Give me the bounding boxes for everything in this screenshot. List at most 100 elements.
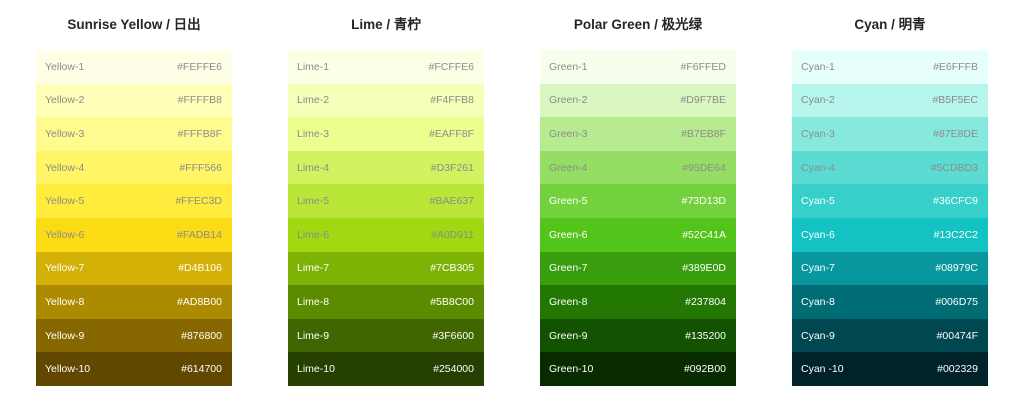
color-swatch[interactable]: Green-4 #95DE64 [540,150,736,185]
color-swatch[interactable]: Lime-2 #F4FFB8 [288,83,484,118]
swatch-hex: #BAE637 [429,195,474,208]
swatch-hex: #006D75 [935,295,978,308]
swatch-hex: #B5F5EC [932,94,978,107]
swatch-name: Cyan-8 [801,295,835,308]
swatch-name: Green-10 [549,363,594,376]
color-swatch[interactable]: Yellow-8 #AD8B00 [36,285,232,319]
swatch-hex: #13C2C2 [933,228,978,241]
color-swatch[interactable]: Yellow-9 #876800 [36,318,232,353]
swatch-hex: #D3F261 [430,161,474,174]
color-swatch[interactable]: Lime-6 #A0D911 [288,217,484,252]
swatch-hex: #5B8C00 [430,295,474,308]
swatch-name: Green-9 [549,329,588,342]
swatch-hex: #614700 [181,363,222,376]
swatch-hex: #A0D911 [430,228,474,241]
swatch-name: Yellow-1 [45,60,85,73]
palette-title: Polar Green / 极光绿 [573,17,703,32]
color-swatch[interactable]: Cyan -10 #002329 [792,352,988,386]
color-swatch[interactable]: Yellow-3 #FFFB8F [36,117,232,151]
swatch-hex: #EAFF8F [429,127,474,140]
swatch-hex: #B7EB8F [681,127,726,140]
color-swatch[interactable]: Yellow-7 #D4B106 [36,251,232,286]
color-swatch[interactable]: Cyan-1 #E6FFFB [792,50,988,84]
palette-title: Lime / 青柠 [351,17,421,32]
swatch-hex: #87E8DE [933,127,978,140]
color-swatch[interactable]: Cyan-9 #00474F [792,318,988,353]
swatch-name: Lime-4 [297,161,330,174]
swatch-list: Green-1 #F6FFED Green-2 #D9F7BE Green-3 #B7EB… [540,50,736,386]
swatch-name: Yellow-3 [45,127,85,140]
swatch-hex: #73D13D [681,195,726,208]
swatch-hex: #D9F7BE [680,94,726,107]
swatch-hex: #95DE64 [682,161,726,174]
swatch-name: Cyan-1 [801,60,835,73]
swatch-hex: #002329 [937,363,978,376]
color-swatch[interactable]: Yellow-1 #FEFFE6 [36,50,232,84]
color-swatch[interactable]: Lime-1 #FCFFE6 [288,50,484,84]
swatch-name: Green-1 [549,60,588,73]
swatch-name: Yellow-6 [45,228,85,241]
swatch-name: Yellow-2 [45,94,85,107]
color-swatch[interactable]: Lime-10 #254000 [288,352,484,386]
palette-title: Sunrise Yellow / 日出 [67,17,201,32]
swatch-name: Green-2 [549,94,588,107]
swatch-hex: #7CB305 [430,262,474,275]
color-swatch[interactable]: Cyan-3 #87E8DE [792,117,988,151]
color-swatch[interactable]: Green-1 #F6FFED [540,50,736,84]
color-swatch[interactable]: Lime-9 #3F6600 [288,318,484,353]
color-swatch[interactable]: Yellow-6 #FADB14 [36,217,232,252]
swatch-hex: #092B00 [683,363,726,376]
color-swatch[interactable]: Lime-4 #D3F261 [288,150,484,185]
swatch-name: Lime-10 [297,363,335,376]
swatch-name: Cyan-5 [801,195,835,208]
color-swatch[interactable]: Green-8 #237804 [540,285,736,319]
color-swatch[interactable]: Yellow-2 #FFFFB8 [36,83,232,118]
color-swatch[interactable]: Green-5 #73D13D [540,184,736,218]
color-swatch[interactable]: Cyan-5 #36CFC9 [792,184,988,218]
swatch-hex: #F4FFB8 [430,94,474,107]
swatch-hex: #3F6600 [432,329,474,342]
swatch-name: Lime-7 [297,262,330,275]
color-swatch[interactable]: Lime-5 #BAE637 [288,184,484,218]
color-swatch[interactable]: Green-3 #B7EB8F [540,117,736,151]
color-swatch[interactable]: Lime-3 #EAFF8F [288,117,484,151]
color-swatch[interactable]: Cyan-7 #08979C [792,251,988,286]
swatch-hex: #F6FFED [680,60,726,73]
swatch-hex: #52C41A [682,228,726,241]
color-swatch[interactable]: Cyan-8 #006D75 [792,285,988,319]
swatch-name: Yellow-9 [45,329,85,342]
swatch-hex: #876800 [181,329,222,342]
swatch-name: Cyan-3 [801,127,835,140]
swatch-hex: #5CDBD3 [930,161,978,174]
swatch-hex: #AD8B00 [177,295,222,308]
swatch-name: Yellow-10 [45,363,91,376]
color-swatch[interactable]: Green-10 #092B00 [540,352,736,386]
swatch-hex: #FFEC3D [175,195,222,208]
color-swatch[interactable]: Yellow-4 #FFF566 [36,150,232,185]
color-swatch[interactable]: Green-9 #135200 [540,318,736,353]
swatch-name: Yellow-5 [45,195,85,208]
color-swatch[interactable]: Green-7 #389E0D [540,251,736,286]
swatch-name: Green-3 [549,127,588,140]
color-swatch[interactable]: Yellow-5 #FFEC3D [36,184,232,218]
swatch-hex: #E6FFFB [933,60,978,73]
swatch-hex: #FFFFB8 [177,94,222,107]
color-swatch[interactable]: Lime-8 #5B8C00 [288,285,484,319]
swatch-hex: #237804 [685,295,726,308]
color-swatch[interactable]: Yellow-10 #614700 [36,352,232,386]
swatch-name: Cyan-7 [801,262,835,275]
swatch-hex: #254000 [433,363,474,376]
swatch-name: Lime-9 [297,329,330,342]
color-swatch[interactable]: Green-6 #52C41A [540,217,736,252]
color-swatch[interactable]: Cyan-4 #5CDBD3 [792,150,988,185]
color-swatch[interactable]: Lime-7 #7CB305 [288,251,484,286]
swatch-name: Cyan-6 [801,228,835,241]
color-swatch[interactable]: Cyan-6 #13C2C2 [792,217,988,252]
color-swatch[interactable]: Cyan-2 #B5F5EC [792,83,988,118]
color-swatch[interactable]: Green-2 #D9F7BE [540,83,736,118]
swatch-name: Green-8 [549,295,588,308]
palette-title: Cyan / 明青 [854,17,926,32]
swatch-name: Cyan-2 [801,94,835,107]
swatch-hex: #FEFFE6 [177,60,222,73]
swatch-name: Lime-1 [297,60,330,73]
